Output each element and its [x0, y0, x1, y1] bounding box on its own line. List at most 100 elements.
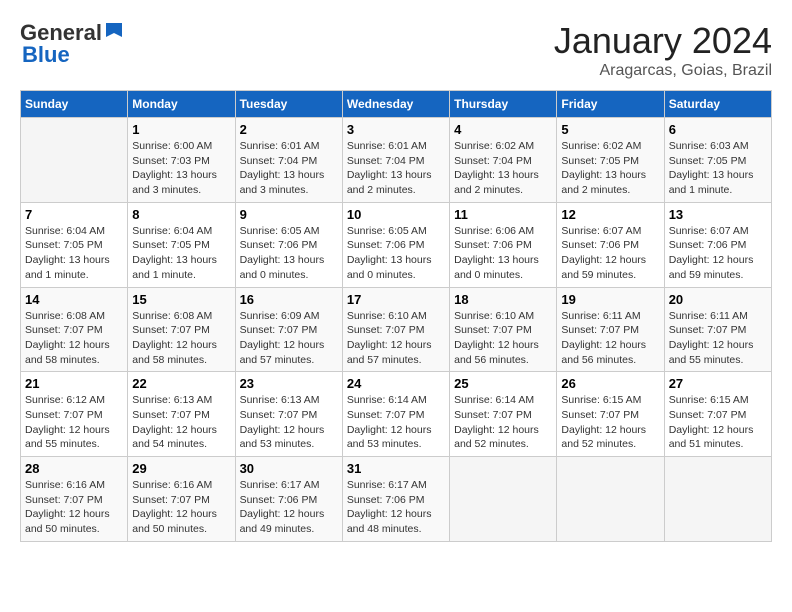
day-info: Sunrise: 6:12 AMSunset: 7:07 PMDaylight:…: [25, 393, 123, 452]
day-info: Sunrise: 6:15 AMSunset: 7:07 PMDaylight:…: [561, 393, 659, 452]
day-number: 12: [561, 207, 659, 222]
day-number: 26: [561, 376, 659, 391]
calendar-header-row: SundayMondayTuesdayWednesdayThursdayFrid…: [21, 91, 772, 118]
day-number: 17: [347, 292, 445, 307]
day-info: Sunrise: 6:02 AMSunset: 7:04 PMDaylight:…: [454, 139, 552, 198]
week-row-4: 21 Sunrise: 6:12 AMSunset: 7:07 PMDayligh…: [21, 372, 772, 457]
calendar-cell: 20 Sunrise: 6:11 AMSunset: 7:07 PMDayligh…: [664, 287, 771, 372]
day-number: 3: [347, 122, 445, 137]
day-info: Sunrise: 6:04 AMSunset: 7:05 PMDaylight:…: [132, 224, 230, 283]
calendar-cell: 30 Sunrise: 6:17 AMSunset: 7:06 PMDayligh…: [235, 457, 342, 542]
calendar-cell: 17 Sunrise: 6:10 AMSunset: 7:07 PMDayligh…: [342, 287, 449, 372]
column-header-saturday: Saturday: [664, 91, 771, 118]
day-number: 13: [669, 207, 767, 222]
day-info: Sunrise: 6:16 AMSunset: 7:07 PMDaylight:…: [132, 478, 230, 537]
calendar-cell: 2Sunrise: 6:01 AMSunset: 7:04 PMDaylight…: [235, 118, 342, 203]
month-title: January 2024: [554, 20, 772, 62]
day-number: 23: [240, 376, 338, 391]
day-info: Sunrise: 6:08 AMSunset: 7:07 PMDaylight:…: [25, 309, 123, 368]
day-info: Sunrise: 6:07 AMSunset: 7:06 PMDaylight:…: [561, 224, 659, 283]
day-number: 14: [25, 292, 123, 307]
calendar-cell: 24Sunrise: 6:14 AMSunset: 7:07 PMDayligh…: [342, 372, 449, 457]
day-info: Sunrise: 6:08 AMSunset: 7:07 PMDaylight:…: [132, 309, 230, 368]
day-number: 27: [669, 376, 767, 391]
day-info: Sunrise: 6:01 AMSunset: 7:04 PMDaylight:…: [347, 139, 445, 198]
calendar-cell: 6 Sunrise: 6:03 AMSunset: 7:05 PMDaylight…: [664, 118, 771, 203]
column-header-tuesday: Tuesday: [235, 91, 342, 118]
day-number: 8: [132, 207, 230, 222]
calendar-cell: 3 Sunrise: 6:01 AMSunset: 7:04 PMDaylight…: [342, 118, 449, 203]
title-area: January 2024 Aragarcas, Goias, Brazil: [554, 20, 772, 80]
logo-icon: [104, 21, 126, 43]
calendar-cell: 22 Sunrise: 6:13 AMSunset: 7:07 PMDayligh…: [128, 372, 235, 457]
day-info: Sunrise: 6:17 AMSunset: 7:06 PMDaylight:…: [347, 478, 445, 537]
calendar-cell: 31Sunrise: 6:17 AMSunset: 7:06 PMDayligh…: [342, 457, 449, 542]
calendar-cell: 5Sunrise: 6:02 AMSunset: 7:05 PMDaylight…: [557, 118, 664, 203]
day-info: Sunrise: 6:07 AMSunset: 7:06 PMDaylight:…: [669, 224, 767, 283]
day-info: Sunrise: 6:13 AMSunset: 7:07 PMDaylight:…: [240, 393, 338, 452]
column-header-sunday: Sunday: [21, 91, 128, 118]
day-number: 22: [132, 376, 230, 391]
day-info: Sunrise: 6:11 AMSunset: 7:07 PMDaylight:…: [669, 309, 767, 368]
calendar-cell: 14 Sunrise: 6:08 AMSunset: 7:07 PMDayligh…: [21, 287, 128, 372]
day-number: 21: [25, 376, 123, 391]
day-info: Sunrise: 6:14 AMSunset: 7:07 PMDaylight:…: [347, 393, 445, 452]
column-header-thursday: Thursday: [450, 91, 557, 118]
calendar-cell: 11Sunrise: 6:06 AMSunset: 7:06 PMDayligh…: [450, 202, 557, 287]
day-number: 18: [454, 292, 552, 307]
day-number: 6: [669, 122, 767, 137]
calendar-cell: 7 Sunrise: 6:04 AMSunset: 7:05 PMDaylight…: [21, 202, 128, 287]
day-info: Sunrise: 6:05 AMSunset: 7:06 PMDaylight:…: [347, 224, 445, 283]
day-info: Sunrise: 6:09 AMSunset: 7:07 PMDaylight:…: [240, 309, 338, 368]
day-number: 28: [25, 461, 123, 476]
calendar-cell: 19Sunrise: 6:11 AMSunset: 7:07 PMDayligh…: [557, 287, 664, 372]
day-info: Sunrise: 6:05 AMSunset: 7:06 PMDaylight:…: [240, 224, 338, 283]
column-header-monday: Monday: [128, 91, 235, 118]
calendar-cell: 15 Sunrise: 6:08 AMSunset: 7:07 PMDayligh…: [128, 287, 235, 372]
day-number: 25: [454, 376, 552, 391]
column-header-wednesday: Wednesday: [342, 91, 449, 118]
day-number: 19: [561, 292, 659, 307]
day-info: Sunrise: 6:14 AMSunset: 7:07 PMDaylight:…: [454, 393, 552, 452]
logo: General Blue: [20, 20, 126, 68]
day-info: Sunrise: 6:04 AMSunset: 7:05 PMDaylight:…: [25, 224, 123, 283]
day-info: Sunrise: 6:00 AMSunset: 7:03 PMDaylight:…: [132, 139, 230, 198]
day-number: 10: [347, 207, 445, 222]
day-info: Sunrise: 6:13 AMSunset: 7:07 PMDaylight:…: [132, 393, 230, 452]
day-number: 4: [454, 122, 552, 137]
calendar-cell: 8 Sunrise: 6:04 AMSunset: 7:05 PMDaylight…: [128, 202, 235, 287]
day-number: 11: [454, 207, 552, 222]
calendar-cell: 13 Sunrise: 6:07 AMSunset: 7:06 PMDayligh…: [664, 202, 771, 287]
calendar-cell: 27 Sunrise: 6:15 AMSunset: 7:07 PMDayligh…: [664, 372, 771, 457]
calendar-cell: [557, 457, 664, 542]
day-number: 20: [669, 292, 767, 307]
day-number: 29: [132, 461, 230, 476]
calendar-cell: 25 Sunrise: 6:14 AMSunset: 7:07 PMDayligh…: [450, 372, 557, 457]
day-number: 15: [132, 292, 230, 307]
calendar-cell: 29 Sunrise: 6:16 AMSunset: 7:07 PMDayligh…: [128, 457, 235, 542]
day-info: Sunrise: 6:17 AMSunset: 7:06 PMDaylight:…: [240, 478, 338, 537]
day-number: 16: [240, 292, 338, 307]
calendar-cell: 18Sunrise: 6:10 AMSunset: 7:07 PMDayligh…: [450, 287, 557, 372]
calendar-cell: 4 Sunrise: 6:02 AMSunset: 7:04 PMDaylight…: [450, 118, 557, 203]
calendar-cell: 26 Sunrise: 6:15 AMSunset: 7:07 PMDayligh…: [557, 372, 664, 457]
calendar-cell: [664, 457, 771, 542]
calendar-cell: 28Sunrise: 6:16 AMSunset: 7:07 PMDayligh…: [21, 457, 128, 542]
day-info: Sunrise: 6:15 AMSunset: 7:07 PMDaylight:…: [669, 393, 767, 452]
calendar-cell: 9Sunrise: 6:05 AMSunset: 7:06 PMDaylight…: [235, 202, 342, 287]
day-number: 7: [25, 207, 123, 222]
calendar-cell: 23 Sunrise: 6:13 AMSunset: 7:07 PMDayligh…: [235, 372, 342, 457]
day-info: Sunrise: 6:10 AMSunset: 7:07 PMDaylight:…: [347, 309, 445, 368]
calendar-cell: 10 Sunrise: 6:05 AMSunset: 7:06 PMDayligh…: [342, 202, 449, 287]
calendar-cell: 12 Sunrise: 6:07 AMSunset: 7:06 PMDayligh…: [557, 202, 664, 287]
day-number: 30: [240, 461, 338, 476]
week-row-1: 1 Sunrise: 6:00 AMSunset: 7:03 PMDaylight…: [21, 118, 772, 203]
day-number: 5: [561, 122, 659, 137]
logo-blue-text: Blue: [22, 42, 70, 68]
day-info: Sunrise: 6:01 AMSunset: 7:04 PMDaylight:…: [240, 139, 338, 198]
day-info: Sunrise: 6:03 AMSunset: 7:05 PMDaylight:…: [669, 139, 767, 198]
day-number: 1: [132, 122, 230, 137]
week-row-5: 28 Sunrise: 6:16 AMSunset: 7:07 PMDayligh…: [21, 457, 772, 542]
calendar-cell: 16 Sunrise: 6:09 AMSunset: 7:07 PMDayligh…: [235, 287, 342, 372]
calendar-cell: [450, 457, 557, 542]
